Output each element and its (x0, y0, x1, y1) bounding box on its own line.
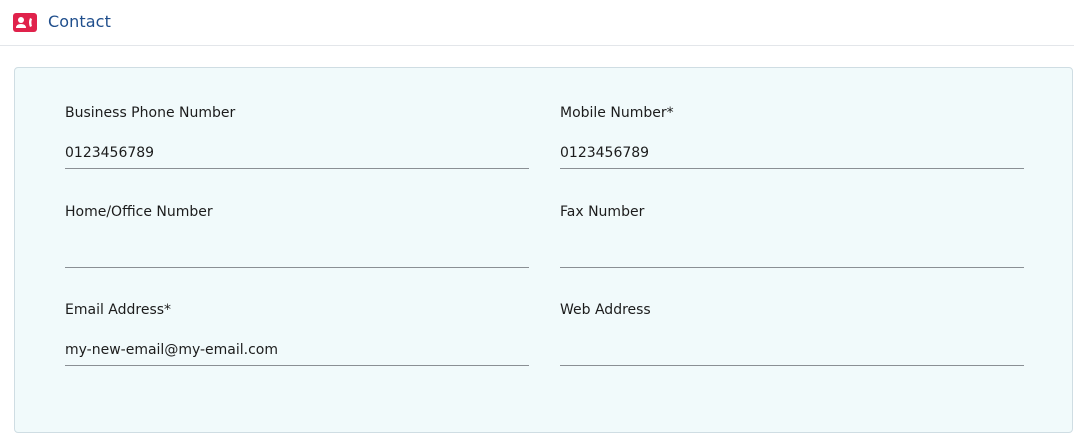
business-phone-label: Business Phone Number (65, 105, 236, 121)
mobile-number-underline (560, 168, 1024, 169)
contact-card-icon (13, 13, 37, 32)
web-address-underline (560, 365, 1024, 366)
section-header: Contact (0, 0, 1074, 46)
home-office-input[interactable] (65, 244, 529, 268)
email-address-underline (65, 365, 529, 366)
home-office-label: Home/Office Number (65, 204, 213, 220)
mobile-number-input[interactable]: 0123456789 (560, 145, 1024, 169)
fax-number-label: Fax Number (560, 204, 645, 220)
contact-form-panel: Business Phone Number 0123456789 Mobile … (14, 67, 1073, 433)
email-address-label: Email Address* (65, 302, 172, 318)
fax-number-input[interactable] (560, 244, 1024, 268)
home-office-underline (65, 267, 529, 268)
web-address-label: Web Address (560, 302, 651, 318)
mobile-number-label: Mobile Number* (560, 105, 674, 121)
web-address-input[interactable] (560, 342, 1024, 366)
business-phone-input[interactable]: 0123456789 (65, 145, 529, 169)
fax-number-underline (560, 267, 1024, 268)
section-title: Contact (48, 12, 111, 31)
email-address-input[interactable]: my-new-email@my-email.com (65, 342, 529, 366)
business-phone-underline (65, 168, 529, 169)
